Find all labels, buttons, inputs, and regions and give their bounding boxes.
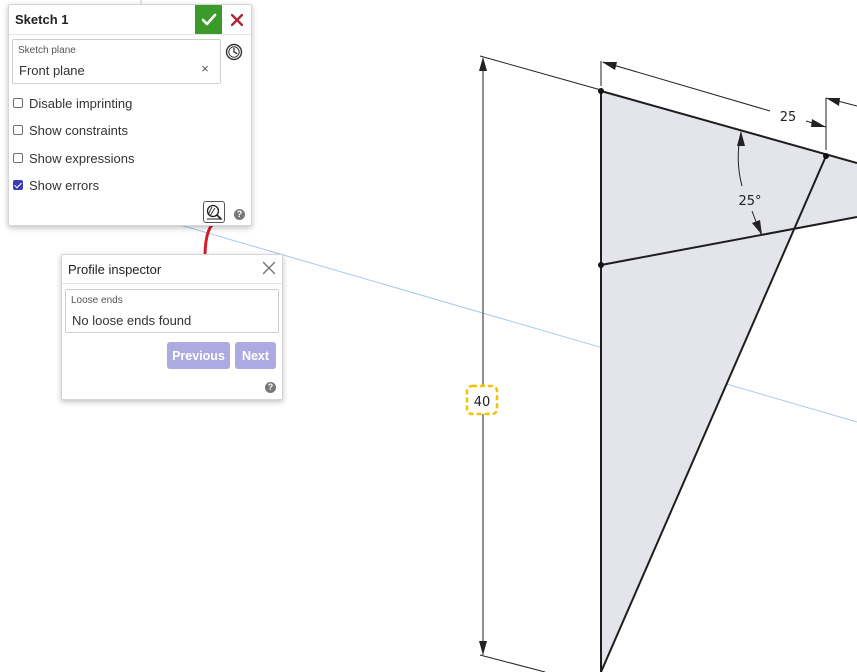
close-icon[interactable] [262,261,276,275]
sketch-plane-value: Front plane [19,63,85,78]
profile-inspector-icon [206,204,222,220]
history-icon[interactable] [225,43,243,61]
profile-inspector-header: Profile inspector [62,255,282,284]
cancel-button[interactable] [225,5,249,34]
dimension-25-text[interactable]: 25 [780,110,797,125]
profile-inspector-panel: Profile inspector Loose ends No loose en… [61,254,283,400]
dimension-angle-text[interactable]: 25° [738,194,761,209]
sketch-feature-panel: Sketch 1 Sketch plane Front plane × Disa… [8,4,252,226]
next-button[interactable]: Next [235,342,276,369]
help-icon[interactable]: ? [234,209,245,220]
sketch-panel-title: Sketch 1 [15,12,69,27]
annotation-stroke [203,222,215,255]
loose-ends-field: Loose ends No loose ends found [65,289,279,333]
loose-ends-value: No loose ends found [72,313,192,328]
profile-inspector-button[interactable] [203,201,225,223]
sketch-plane-label: Sketch plane [18,45,76,56]
close-icon [231,13,243,26]
profile-inspector-title: Profile inspector [68,262,162,277]
help-icon[interactable]: ? [265,382,276,393]
loose-ends-label: Loose ends [71,295,123,306]
accept-button[interactable] [195,5,222,34]
dimension-40-text[interactable]: 40 [474,395,491,410]
checkbox-show-errors[interactable] [13,180,23,190]
option-label: Disable imprinting [29,95,133,111]
checkbox-disable-imprinting[interactable] [13,98,23,108]
sketch-panel-header: Sketch 1 [9,5,251,35]
clear-plane-button[interactable]: × [199,62,211,76]
option-show-expressions[interactable]: Show expressions [13,149,135,167]
previous-button[interactable]: Previous [167,342,230,369]
option-disable-imprinting[interactable]: Disable imprinting [13,94,132,112]
option-label: Show errors [29,177,100,193]
option-show-errors[interactable]: Show errors [13,176,99,194]
sketch-point[interactable] [823,153,829,159]
checkbox-show-constraints[interactable] [13,125,23,135]
check-icon [201,13,216,25]
sketch-point[interactable] [598,262,604,268]
checkbox-show-expressions[interactable] [13,153,23,163]
option-label: Show constraints [29,122,128,138]
option-show-constraints[interactable]: Show constraints [13,121,128,139]
sketch-plane-field[interactable]: Sketch plane Front plane × [12,39,221,84]
option-label: Show expressions [29,150,135,166]
